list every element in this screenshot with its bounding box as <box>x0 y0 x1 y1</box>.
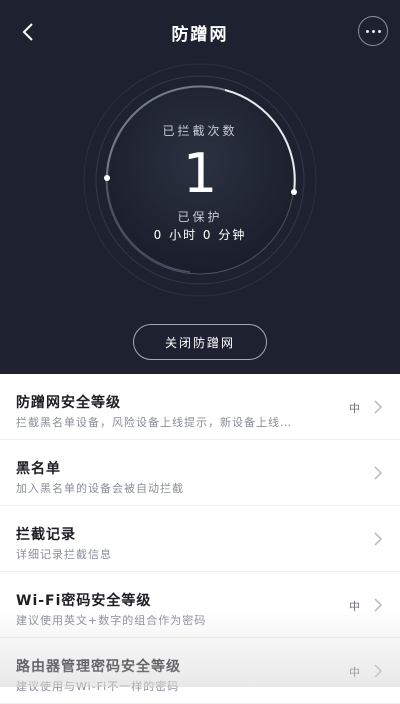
hero-panel: 防蹭网 已拦截次数 1 已保护 0 小时 0 分钟 关闭防蹭网 <box>0 0 400 374</box>
chevron-right-icon <box>374 664 383 678</box>
page-title: 防蹭网 <box>171 25 229 45</box>
list-item-blacklist[interactable]: 黑名单 加入黑名单的设备会被自动拦截 <box>0 440 400 506</box>
chevron-right-icon <box>374 598 383 612</box>
list-item-title: 拦截记录 <box>16 527 76 543</box>
list-item-subtitle: 加入黑名单的设备会被自动拦截 <box>16 482 184 495</box>
protected-time: 0 小时 0 分钟 <box>153 228 247 242</box>
blocked-count: 1 <box>182 142 218 205</box>
chevron-right-icon <box>374 466 383 480</box>
list-item-block-log[interactable]: 拦截记录 详细记录拦截信息 <box>0 506 400 572</box>
chevron-right-icon <box>374 400 383 414</box>
protection-gauge: 已拦截次数 1 已保护 0 小时 0 分钟 <box>80 60 320 300</box>
more-dot <box>377 29 381 33</box>
list-item-router-password[interactable]: 路由器管理密码安全等级 建议使用与Wi-Fi不一样的密码 中 <box>0 638 400 704</box>
more-dot <box>371 29 375 33</box>
more-button[interactable] <box>358 16 388 46</box>
settings-list: 防蹭网安全等级 拦截黑名单设备，风险设备上线提示，新设备上线… 中 黑名单 加入… <box>0 374 400 704</box>
list-item-subtitle: 详细记录拦截信息 <box>16 548 112 561</box>
level-badge: 中 <box>349 600 360 613</box>
list-item-title: 路由器管理密码安全等级 <box>16 659 181 675</box>
list-item-subtitle: 建议使用与Wi-Fi不一样的密码 <box>16 680 180 693</box>
blocked-label: 已拦截次数 <box>162 124 238 138</box>
list-item-wifi-password[interactable]: Wi-Fi密码安全等级 建议使用英文+数字的组合作为密码 中 <box>0 572 400 638</box>
chevron-right-icon <box>374 532 383 546</box>
list-item-subtitle: 拦截黑名单设备，风险设备上线提示，新设备上线… <box>16 416 292 429</box>
level-badge: 中 <box>349 666 360 679</box>
list-item-title: 防蹭网安全等级 <box>16 395 121 411</box>
protected-label: 已保护 <box>177 210 223 224</box>
more-dots-icon <box>365 29 369 33</box>
list-item-title: 黑名单 <box>16 461 61 477</box>
list-item-title: Wi-Fi密码安全等级 <box>16 593 152 609</box>
level-badge: 中 <box>349 402 360 415</box>
list-item-subtitle: 建议使用英文+数字的组合作为密码 <box>16 614 207 627</box>
close-protection-button[interactable]: 关闭防蹭网 <box>133 324 267 360</box>
list-item-security-level[interactable]: 防蹭网安全等级 拦截黑名单设备，风险设备上线提示，新设备上线… 中 <box>0 374 400 440</box>
